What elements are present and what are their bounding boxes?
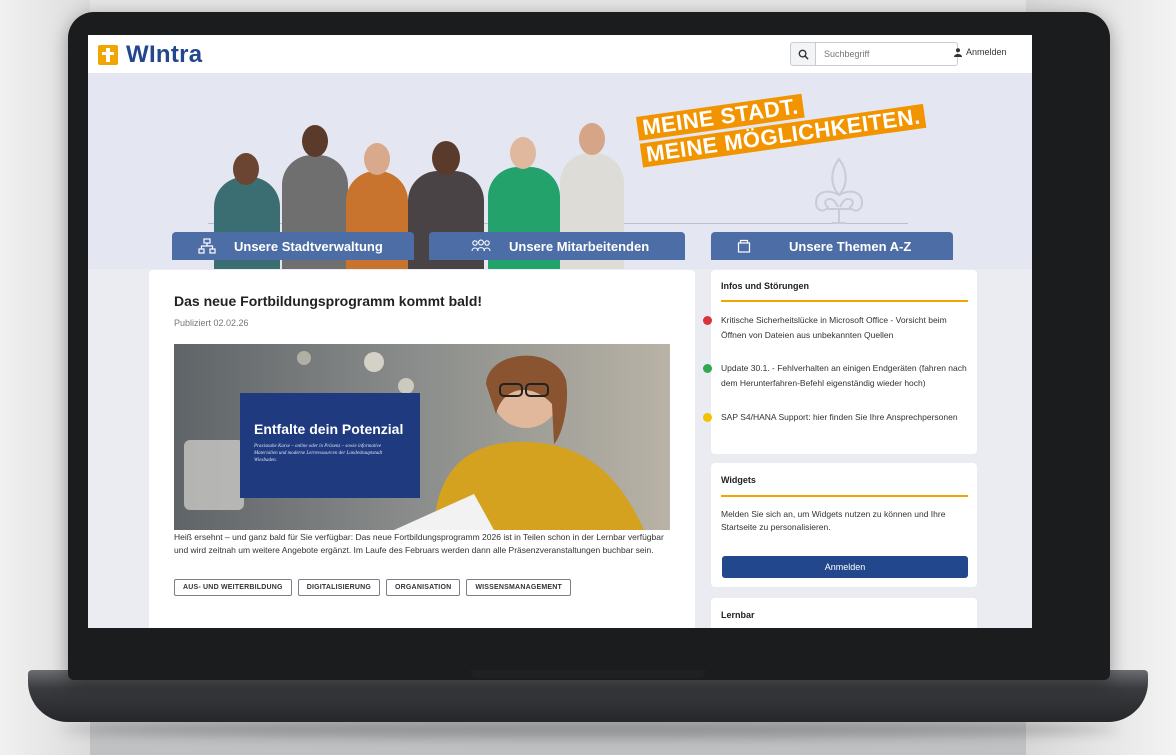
article-published-date: Publiziert 02.02.26 — [174, 318, 249, 328]
infos-divider — [721, 300, 968, 302]
tag-wissensmanagement[interactable]: WISSENSMANAGEMENT — [466, 579, 571, 596]
search-input[interactable] — [816, 42, 958, 66]
nav-label-stadtverwaltung: Unsere Stadtverwaltung — [234, 238, 383, 254]
nav-stadtverwaltung[interactable]: Unsere Stadtverwaltung — [172, 232, 414, 260]
tag-digitalisierung[interactable]: DIGITALISIERUNG — [297, 579, 381, 596]
promo-overlay: Entfalte dein Potenzial Praxisnahe Kurse… — [240, 393, 420, 498]
article-tags: AUS- UND WEITERBILDUNG DIGITALISIERUNG O… — [174, 579, 571, 596]
login-label: Anmelden — [966, 47, 1007, 57]
article-title[interactable]: Das neue Fortbildungsprogramm kommt bald… — [174, 293, 482, 309]
critical-status-icon — [703, 316, 712, 325]
lernbar-title: Lernbar — [721, 610, 755, 620]
screen: WIntra Anmelden — [88, 35, 1032, 628]
info-status-icon — [703, 413, 712, 422]
widgets-divider — [721, 495, 968, 497]
search-button[interactable] — [790, 42, 816, 66]
org-chart-icon — [198, 238, 216, 254]
hero-slogan: MEINE STADT. MEINE MÖGLICHKEITEN. — [636, 77, 927, 170]
laptop-hinge — [470, 670, 706, 678]
info-item-sap[interactable]: SAP S4/HANA Support: hier finden Sie Ihr… — [703, 410, 971, 425]
tag-aus-und-weiterbildung[interactable]: AUS- UND WEITERBILDUNG — [174, 579, 292, 596]
info-text-1: Kritische Sicherheitslücke in Microsoft … — [721, 315, 947, 340]
article-image[interactable]: Entfalte dein Potenzial Praxisnahe Kurse… — [174, 344, 670, 530]
login-link[interactable]: Anmelden — [954, 47, 1007, 57]
fleur-de-lis-icon — [814, 157, 864, 224]
tag-organisation[interactable]: ORGANISATION — [386, 579, 461, 596]
widgets-text: Melden Sie sich an, um Widgets nutzen zu… — [721, 509, 946, 532]
logo-text: WIntra — [126, 41, 203, 68]
user-icon — [954, 47, 962, 57]
widgets-title: Widgets — [721, 475, 756, 485]
info-item-update[interactable]: Update 30.1. - Fehlverhalten an einigen … — [703, 361, 971, 391]
info-text-2: Update 30.1. - Fehlverhalten an einigen … — [721, 363, 967, 388]
info-text-3: SAP S4/HANA Support: hier finden Sie Ihr… — [721, 412, 958, 422]
laptop-shadow — [60, 720, 1120, 738]
search — [790, 42, 958, 66]
infos-title: Infos und Störungen — [721, 281, 809, 291]
logo-icon — [98, 45, 118, 65]
logo[interactable]: WIntra — [98, 41, 202, 69]
top-bar: WIntra Anmelden — [88, 35, 1032, 73]
folder-icon — [737, 239, 751, 253]
nav-label-themen: Unsere Themen A-Z — [789, 238, 912, 254]
promo-text: Praxisnahe Kurse – online oder in Präsen… — [254, 444, 383, 463]
nav-themen-az[interactable]: Unsere Themen A-Z — [711, 232, 953, 260]
widgets-login-button[interactable]: Anmelden — [722, 556, 968, 578]
nav-mitarbeitende[interactable]: Unsere Mitarbeitenden — [429, 232, 685, 260]
check-status-icon — [703, 364, 712, 373]
search-icon — [798, 49, 809, 60]
people-icon — [471, 239, 491, 253]
info-item-critical[interactable]: Kritische Sicherheitslücke in Microsoft … — [703, 313, 971, 343]
article-body: Heiß ersehnt – und ganz bald für Sie ver… — [174, 532, 664, 555]
nav-label-mitarbeitende: Unsere Mitarbeitenden — [509, 238, 650, 254]
promo-title: Entfalte dein Potenzial — [254, 421, 404, 437]
